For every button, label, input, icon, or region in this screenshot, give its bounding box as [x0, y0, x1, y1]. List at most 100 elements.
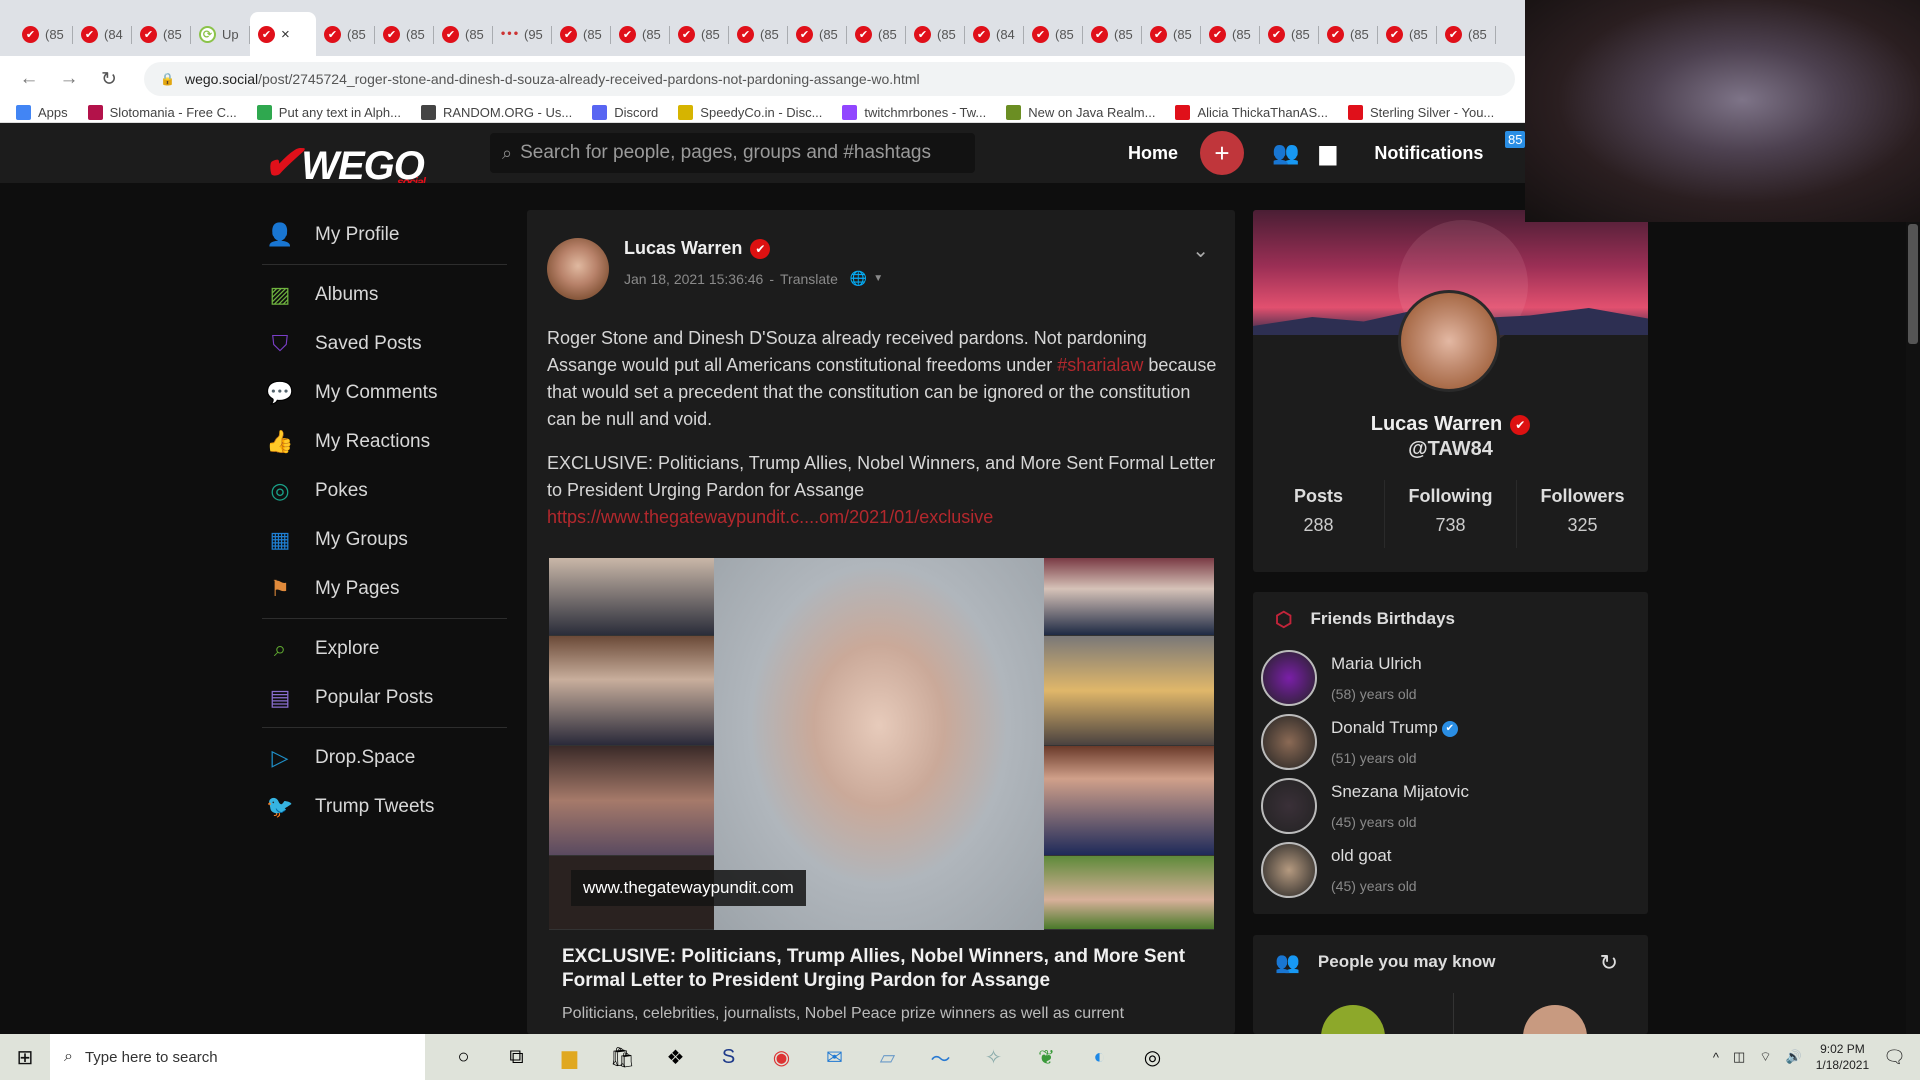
browser-tab[interactable]: ✔ (85	[1260, 12, 1319, 56]
browser-tab[interactable]: ✔ (85	[611, 12, 670, 56]
friend-name[interactable]: Donald Trump ✔	[1331, 718, 1458, 738]
sidebar-item-drop-space[interactable]: ▷ Drop.Space	[262, 733, 507, 782]
suggested-user-avatar[interactable]	[1321, 1005, 1385, 1034]
profile-name[interactable]: Lucas Warren ✔	[1253, 413, 1648, 436]
volume-icon[interactable]: 🔊	[1786, 1049, 1802, 1065]
browser-tab[interactable]: ✔ (85	[1083, 12, 1142, 56]
back-icon[interactable]: ←	[14, 68, 44, 90]
birthday-item[interactable]: Snezana Mijatovic (45) years old	[1253, 774, 1648, 838]
url-input[interactable]: 🔒 wego.social /post/2745724_roger-stone-…	[144, 62, 1515, 96]
browser-tab[interactable]: ⟳ Up	[191, 12, 250, 56]
notification-count-badge[interactable]: 85	[1505, 131, 1526, 148]
friend-avatar[interactable]	[1261, 778, 1317, 834]
reload-icon[interactable]: ↻	[94, 68, 124, 91]
hashtag-link[interactable]: #sharialaw	[1057, 355, 1143, 375]
browser-tab[interactable]: ✔ ×	[250, 12, 316, 56]
bookmark-item[interactable]: SpeedyCo.in - Disc...	[678, 104, 822, 120]
dropbox-icon[interactable]: ❖	[649, 1034, 702, 1080]
notifications-link[interactable]: Notifications	[1374, 143, 1483, 164]
browser-tab[interactable]: ✔ (85	[1437, 12, 1496, 56]
forward-icon[interactable]: →	[54, 68, 84, 90]
browser-tab[interactable]: ✔ (85	[132, 12, 191, 56]
site-search-input[interactable]: ⌕ Search for people, pages, groups and #…	[490, 133, 975, 173]
app-icon[interactable]: ✧	[967, 1034, 1020, 1080]
sidebar-item-explore[interactable]: ⌕ Explore	[262, 624, 507, 673]
stat-posts[interactable]: Posts 288	[1253, 480, 1385, 548]
sidebar-item-my-comments[interactable]: 💬 My Comments	[262, 368, 507, 417]
bookmark-item[interactable]: New on Java Realm...	[1006, 104, 1155, 120]
browser-tab[interactable]: ✔ (85	[788, 12, 847, 56]
browser-tab[interactable]: ••• (95	[493, 12, 552, 56]
sidebar-item-saved-posts[interactable]: ⛉ Saved Posts	[262, 319, 507, 368]
action-center-icon[interactable]: 🗨	[1883, 1047, 1906, 1068]
bookmark-item[interactable]: Apps	[16, 104, 68, 120]
post-timestamp[interactable]: Jan 18, 2021 15:36:46	[624, 271, 763, 287]
link-preview-image[interactable]: www.thegatewaypundit.com	[549, 558, 1214, 930]
chrome-icon[interactable]: ◉	[755, 1034, 808, 1080]
bookmark-item[interactable]: twitchmrbones - Tw...	[842, 104, 986, 120]
birthday-item[interactable]: Maria Ulrich (58) years old	[1253, 646, 1648, 710]
app-icon[interactable]: ▱	[861, 1034, 914, 1080]
edge-icon[interactable]: ◐	[1073, 1034, 1126, 1080]
browser-tab[interactable]: ✔ (85	[906, 12, 965, 56]
translate-link[interactable]: Translate	[780, 271, 838, 287]
friends-icon[interactable]: 👥	[1272, 140, 1299, 166]
taskbar-search-input[interactable]: ⌕ Type here to search	[50, 1034, 425, 1080]
page-scrollbar[interactable]	[1906, 222, 1920, 1034]
suggested-user-avatar[interactable]	[1523, 1005, 1587, 1034]
bookmark-item[interactable]: Put any text in Alph...	[256, 104, 401, 120]
windows-start-icon[interactable]: ⊞	[0, 1045, 50, 1070]
obs-icon[interactable]: ◎	[1126, 1034, 1179, 1080]
sidebar-item-my-groups[interactable]: ▦ My Groups	[262, 515, 507, 564]
link-preview-title[interactable]: EXCLUSIVE: Politicians, Trump Allies, No…	[562, 945, 1212, 993]
clock[interactable]: 9:02 PM 1/18/2021	[1816, 1041, 1869, 1073]
post-options-chevron-icon[interactable]: ⌄	[1192, 238, 1209, 263]
browser-tab[interactable]: ✔ (85	[375, 12, 434, 56]
friend-name[interactable]: Snezana Mijatovic	[1331, 782, 1469, 802]
privacy-dropdown-icon[interactable]: ▼	[873, 273, 883, 284]
browser-tab[interactable]: ✔ (85	[14, 12, 73, 56]
home-link[interactable]: Home	[1128, 143, 1178, 164]
messages-icon[interactable]: ▆	[1319, 140, 1336, 166]
stat-following[interactable]: Following 738	[1385, 480, 1517, 548]
sidebar-item-trump-tweets[interactable]: 🐦 Trump Tweets	[262, 782, 507, 831]
app-fish-icon[interactable]: 〜	[914, 1034, 967, 1080]
sidebar-item-popular-posts[interactable]: ▤ Popular Posts	[262, 673, 507, 722]
browser-tab[interactable]: ✔ (85	[1378, 12, 1437, 56]
create-plus-button[interactable]: +	[1200, 131, 1245, 175]
wifi-icon[interactable]: ⌔	[1759, 1049, 1771, 1065]
app-leaf-icon[interactable]: ❦	[1020, 1034, 1073, 1080]
profile-avatar[interactable]	[1398, 290, 1500, 392]
refresh-icon[interactable]: ↻	[1600, 950, 1618, 976]
sidebar-item-my-pages[interactable]: ⚑ My Pages	[262, 564, 507, 613]
file-explorer-icon[interactable]: ▆	[543, 1034, 596, 1080]
browser-tab[interactable]: ✔ (85	[1319, 12, 1378, 56]
task-view-icon[interactable]: ⧉	[490, 1034, 543, 1080]
browser-tab[interactable]: ✔ (85	[670, 12, 729, 56]
store-icon[interactable]: 🛍	[596, 1034, 649, 1080]
sidebar-item-albums[interactable]: ▨ Albums	[262, 270, 507, 319]
browser-tab[interactable]: ✔ (85	[434, 12, 493, 56]
sidebar-item-my-reactions[interactable]: 👍 My Reactions	[262, 417, 507, 466]
friend-avatar[interactable]	[1261, 714, 1317, 770]
browser-tab[interactable]: ✔ (85	[1142, 12, 1201, 56]
birthday-item[interactable]: Donald Trump ✔ (51) years old	[1253, 710, 1648, 774]
friend-name[interactable]: old goat	[1331, 846, 1417, 866]
tray-expand-icon[interactable]: ^	[1713, 1050, 1719, 1065]
bookmark-item[interactable]: Slotomania - Free C...	[87, 104, 237, 120]
browser-tab[interactable]: ✔ (85	[552, 12, 611, 56]
app-s-icon[interactable]: S	[702, 1034, 755, 1080]
browser-tab[interactable]: ✔ (84	[73, 12, 132, 56]
globe-icon[interactable]: 🌐	[850, 270, 867, 287]
tab-close-icon[interactable]: ×	[281, 26, 290, 43]
friend-avatar[interactable]	[1261, 842, 1317, 898]
cortana-icon[interactable]: ○	[437, 1034, 490, 1080]
post-author-name[interactable]: Lucas Warren ✔	[624, 238, 771, 260]
browser-tab[interactable]: ✔ (84	[965, 12, 1024, 56]
post-author-avatar[interactable]	[547, 238, 609, 300]
bookmark-item[interactable]: RANDOM.ORG - Us...	[420, 104, 572, 120]
sidebar-item-my-profile[interactable]: 👤 My Profile	[262, 210, 507, 259]
stat-followers[interactable]: Followers 325	[1517, 480, 1648, 548]
friend-name[interactable]: Maria Ulrich	[1331, 654, 1422, 674]
birthday-item[interactable]: old goat (45) years old	[1253, 838, 1648, 902]
